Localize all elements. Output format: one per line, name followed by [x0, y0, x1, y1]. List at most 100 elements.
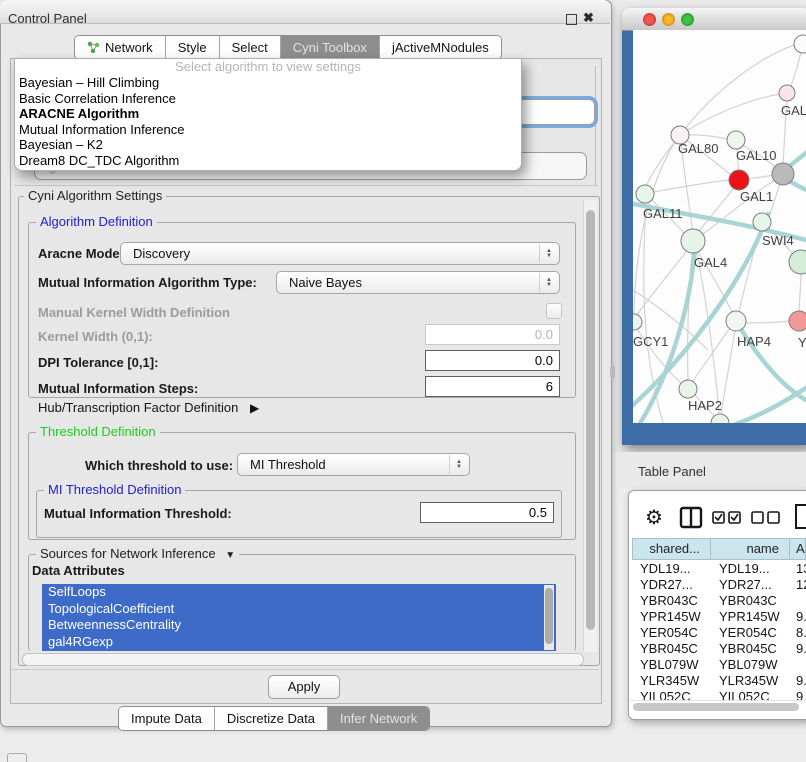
- network-node[interactable]: [636, 185, 654, 203]
- network-node[interactable]: [633, 314, 642, 330]
- network-node[interactable]: [794, 35, 806, 53]
- table-cell: 9.: [790, 689, 806, 700]
- scrollbar-thumb[interactable]: [545, 588, 553, 644]
- mi-threshold-group-title: MI Threshold Definition: [44, 483, 185, 497]
- document-icon[interactable]: [794, 503, 806, 530]
- column-header-partial[interactable]: A: [790, 538, 806, 560]
- table-row[interactable]: YBR043CYBR043C: [632, 593, 806, 609]
- tab-jactivemnodules[interactable]: jActiveMNodules: [379, 36, 501, 59]
- close-traffic-light[interactable]: [643, 13, 656, 26]
- apply-button[interactable]: Apply: [268, 675, 340, 699]
- network-icon: [87, 41, 100, 54]
- attribute-item[interactable]: BetweennessCentrality: [42, 617, 556, 634]
- node-label: GAL11: [643, 206, 683, 221]
- control-panel-titlebar[interactable]: [0, 0, 610, 24]
- table-header: shared... name A: [632, 538, 806, 560]
- hub-definition-label: Hub/Transcription Factor Definition: [38, 400, 238, 415]
- network-edge: [634, 142, 675, 314]
- network-canvas[interactable]: GALGAL80GAL10GAL1GAL11SWI4GAL4GCY1HAP4YH…: [633, 30, 806, 423]
- column-header-name[interactable]: name: [711, 538, 790, 560]
- table-cell: YIL052C: [711, 689, 790, 700]
- table-row[interactable]: YIL052CYIL052C9.: [632, 689, 806, 700]
- zoom-traffic-light[interactable]: [681, 13, 694, 26]
- table-cell: YLR345W: [632, 673, 711, 689]
- mi-steps-field[interactable]: 6: [425, 376, 560, 397]
- collapsed-panel-button[interactable]: [7, 753, 27, 762]
- table-cell: YLR345W: [711, 673, 790, 689]
- aracne-mode-combo[interactable]: Discovery ▲▼: [120, 242, 560, 265]
- node-label: GCY1: [633, 334, 668, 349]
- node-label: GAL4: [694, 255, 727, 270]
- manual-kernel-checkbox[interactable]: [546, 303, 562, 319]
- scrollbar-thumb[interactable]: [633, 703, 799, 711]
- algorithm-option[interactable]: Basic Correlation Inference: [15, 91, 521, 107]
- close-icon[interactable]: ✖: [583, 10, 594, 26]
- network-node[interactable]: [789, 311, 806, 331]
- float-window-icon[interactable]: [566, 14, 577, 25]
- algorithm-option[interactable]: Mutual Information Inference: [15, 122, 521, 138]
- settings-vertical-scrollbar[interactable]: [583, 200, 597, 652]
- table-row[interactable]: YBR045CYBR045C9.: [632, 641, 806, 657]
- tab-label: Impute Data: [131, 711, 202, 726]
- dpi-tolerance-field[interactable]: 0.0: [425, 350, 560, 371]
- tab-label: jActiveMNodules: [392, 40, 489, 55]
- minimize-traffic-light[interactable]: [662, 13, 675, 26]
- network-node[interactable]: [772, 163, 794, 185]
- tab-infer-network[interactable]: Infer Network: [327, 707, 429, 730]
- network-node[interactable]: [729, 170, 749, 190]
- cyni-mode-tabs: Impute Data Discretize Data Infer Networ…: [118, 706, 430, 731]
- window-title: Control Panel: [8, 11, 87, 26]
- select-all-icon[interactable]: [712, 511, 742, 525]
- network-svg[interactable]: GALGAL80GAL10GAL1GAL11SWI4GAL4GCY1HAP4YH…: [633, 30, 806, 423]
- tab-select[interactable]: Select: [219, 36, 280, 59]
- network-node[interactable]: [726, 311, 746, 331]
- network-node[interactable]: [679, 380, 697, 398]
- network-node[interactable]: [753, 213, 771, 231]
- network-edge: [654, 180, 730, 192]
- algorithm-option[interactable]: Bayesian – K2: [15, 137, 521, 153]
- mi-threshold-field[interactable]: 0.5: [420, 502, 554, 523]
- tab-impute-data[interactable]: Impute Data: [119, 707, 214, 730]
- control-panel-tabs: Network Style Select Cyni Toolbox jActiv…: [74, 35, 502, 60]
- which-threshold-label: Which threshold to use:: [85, 458, 233, 473]
- data-attributes-list: SelfLoopsTopologicalCoefficientBetweenne…: [42, 584, 556, 651]
- table-cell: YBL079W: [632, 657, 711, 673]
- tab-network[interactable]: Network: [75, 36, 165, 59]
- algorithm-option[interactable]: Dream8 DC_TDC Algorithm: [15, 153, 521, 169]
- algorithm-option[interactable]: ARACNE Algorithm: [15, 106, 521, 122]
- mi-type-combo[interactable]: Naive Bayes ▲▼: [276, 271, 560, 294]
- table-horizontal-scrollbar[interactable]: [630, 700, 804, 713]
- sources-toggle[interactable]: Sources for Network Inference ▼: [36, 547, 239, 563]
- table-row[interactable]: YPR145WYPR145W9.: [632, 609, 806, 625]
- scrollbar-thumb[interactable]: [586, 210, 595, 630]
- table-row[interactable]: YDL19...YDL19...13: [632, 561, 806, 577]
- tab-cyni-toolbox[interactable]: Cyni Toolbox: [280, 36, 379, 59]
- tab-label: Style: [178, 40, 207, 55]
- tab-style[interactable]: Style: [165, 36, 219, 59]
- table-cell: YDR27...: [632, 577, 711, 593]
- tab-discretize-data[interactable]: Discretize Data: [214, 707, 327, 730]
- attributes-scrollbar[interactable]: [544, 585, 554, 650]
- attribute-item[interactable]: SelfLoops: [42, 584, 556, 601]
- table-row[interactable]: YER054CYER054C8.: [632, 625, 806, 641]
- table-row[interactable]: YLR345WYLR345W9.: [632, 673, 806, 689]
- table-row[interactable]: YBL079WYBL079W: [632, 657, 806, 673]
- network-node[interactable]: [681, 229, 705, 253]
- deselect-all-icon[interactable]: [751, 511, 781, 525]
- attribute-item[interactable]: TopologicalCoefficient: [42, 601, 556, 618]
- table-row[interactable]: YDR27...YDR27...12: [632, 577, 806, 593]
- hub-definition-toggle[interactable]: Hub/Transcription Factor Definition ▶: [38, 400, 259, 415]
- attribute-item[interactable]: gal4RGexp: [42, 634, 556, 651]
- splitter-handle[interactable]: [610, 366, 615, 378]
- network-node[interactable]: [727, 131, 745, 149]
- kernel-width-field[interactable]: 0.0: [425, 324, 560, 345]
- algorithm-option[interactable]: Bayesian – Hill Climbing: [15, 75, 521, 91]
- columns-icon[interactable]: [679, 506, 703, 529]
- which-threshold-combo[interactable]: MI Threshold ▲▼: [237, 453, 470, 476]
- table-cell: YDL19...: [711, 561, 790, 577]
- settings-horizontal-scrollbar[interactable]: [22, 653, 584, 666]
- column-header-shared-name[interactable]: shared...: [632, 538, 711, 560]
- settings-gear-icon[interactable]: ⚙: [645, 505, 663, 530]
- network-node[interactable]: [779, 85, 795, 101]
- network-node[interactable]: [789, 250, 806, 274]
